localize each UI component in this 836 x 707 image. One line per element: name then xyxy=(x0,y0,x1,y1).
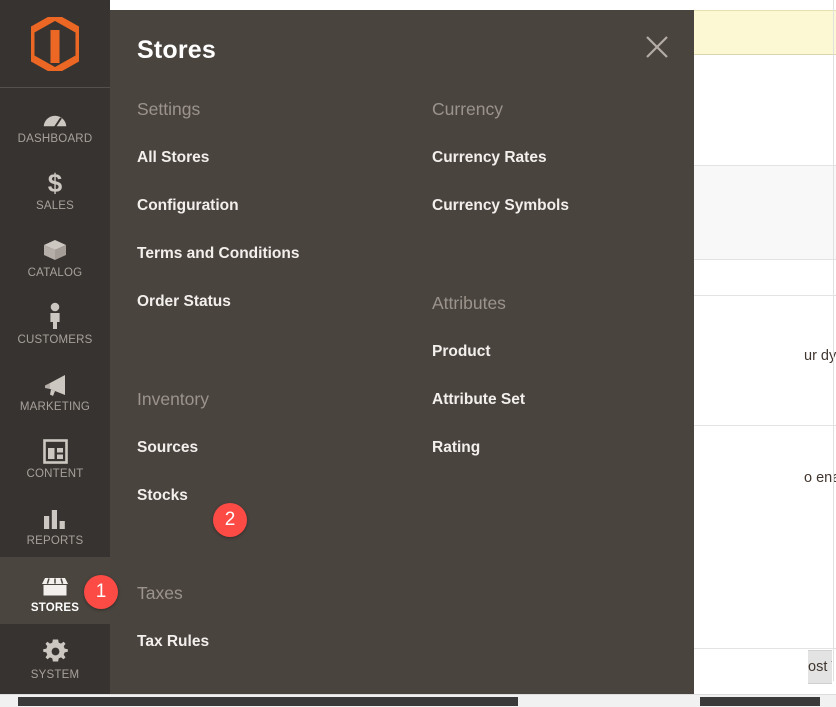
tax-value: $0.00 xyxy=(800,531,836,562)
dynamic-products-text: ur dynamic product xyxy=(804,348,836,364)
scrollbar-thumb-secondary[interactable] xyxy=(700,697,820,706)
menu-link-terms-and-conditions[interactable]: Terms and Conditions xyxy=(137,230,427,278)
person-icon xyxy=(47,300,63,330)
sidebar-item-marketing[interactable]: MARKETING xyxy=(0,356,110,423)
menu-link-order-status[interactable]: Order Status xyxy=(137,278,427,326)
menu-link-product[interactable]: Product xyxy=(432,328,694,376)
sidebar-item-sales[interactable]: $ SALES xyxy=(0,155,110,222)
menu-group-title-taxes: Taxes xyxy=(137,583,183,603)
dashboard-gauge-icon xyxy=(42,99,68,129)
storefront-icon xyxy=(40,568,70,598)
menu-group-title-settings: Settings xyxy=(137,99,201,119)
sidebar-item-label: CUSTOMERS xyxy=(17,333,93,346)
sidebar-item-customers[interactable]: CUSTOMERS xyxy=(0,289,110,356)
close-button[interactable] xyxy=(638,28,676,66)
sidebar-item-label: CATALOG xyxy=(27,266,83,279)
menu-link-sources[interactable]: Sources xyxy=(137,424,427,472)
menu-link-currency-symbols[interactable]: Currency Symbols xyxy=(432,182,694,230)
menu-column-right: Currency Currency Rates Currency Symbols… xyxy=(432,85,694,472)
menu-columns: Settings All Stores Configuration Terms … xyxy=(110,85,694,694)
menu-column-left: Settings All Stores Configuration Terms … xyxy=(137,85,427,666)
svg-text:$: $ xyxy=(48,168,63,196)
sidebar-item-label: SALES xyxy=(35,199,75,212)
sidebar-item-dashboard[interactable]: DASHBOARD xyxy=(0,88,110,155)
sidebar-item-label: REPORTS xyxy=(26,534,84,547)
menu-link-all-stores[interactable]: All Stores xyxy=(137,134,427,182)
magento-logo[interactable] xyxy=(0,0,110,88)
sidebar-item-content[interactable]: CONTENT xyxy=(0,423,110,490)
menu-title: Stores xyxy=(137,36,217,64)
sidebar-item-label: STORES xyxy=(30,601,80,614)
sidebar-item-label: DASHBOARD xyxy=(17,132,93,145)
menu-link-stocks[interactable]: Stocks xyxy=(137,472,427,520)
dollar-sign-icon: $ xyxy=(45,166,65,196)
enable-chart-text: o enable the chart, xyxy=(804,470,836,486)
sidebar-item-reports[interactable]: REPORTS xyxy=(0,490,110,557)
step-badge-1: 1 xyxy=(84,575,118,609)
menu-link-configuration[interactable]: Configuration xyxy=(137,182,427,230)
sidebar-item-catalog[interactable]: CATALOG xyxy=(0,222,110,289)
gear-icon xyxy=(42,635,69,665)
sidebar-item-system[interactable]: SYSTEM xyxy=(0,624,110,691)
menu-link-currency-rates[interactable]: Currency Rates xyxy=(432,134,694,182)
close-x-icon xyxy=(644,34,670,60)
menu-link-attribute-set[interactable]: Attribute Set xyxy=(432,376,694,424)
sidebar-item-label: CONTENT xyxy=(26,467,84,480)
menu-header: Stores xyxy=(110,10,694,85)
menu-group-title-currency: Currency xyxy=(432,99,503,119)
layout-grid-icon xyxy=(42,434,68,464)
menu-group-title-attributes: Attributes xyxy=(432,293,506,313)
scrollbar-thumb[interactable] xyxy=(18,697,518,706)
menu-link-rating[interactable]: Rating xyxy=(432,424,694,472)
horizontal-scrollbar[interactable] xyxy=(0,694,836,707)
step-badge-2: 2 xyxy=(213,503,247,537)
bar-chart-icon xyxy=(42,501,68,531)
menu-group-title-inventory: Inventory xyxy=(137,389,209,409)
sidebar-item-label: SYSTEM xyxy=(30,668,80,681)
content-right-border xyxy=(833,0,834,681)
menu-group-spacer-3 xyxy=(432,230,694,279)
menu-link-tax-rules[interactable]: Tax Rules xyxy=(137,618,427,666)
magento-logo-icon xyxy=(31,16,79,71)
menu-group-spacer-1 xyxy=(137,326,427,375)
stores-flyout-menu: Stores Settings All Stores Configuration… xyxy=(110,10,694,694)
box-icon xyxy=(42,233,68,263)
sidebar-item-label: MARKETING xyxy=(19,400,91,413)
megaphone-icon xyxy=(42,367,68,397)
most-viewed-products-header: ost Viewed Produc xyxy=(808,650,832,684)
menu-group-spacer-2 xyxy=(137,520,427,569)
